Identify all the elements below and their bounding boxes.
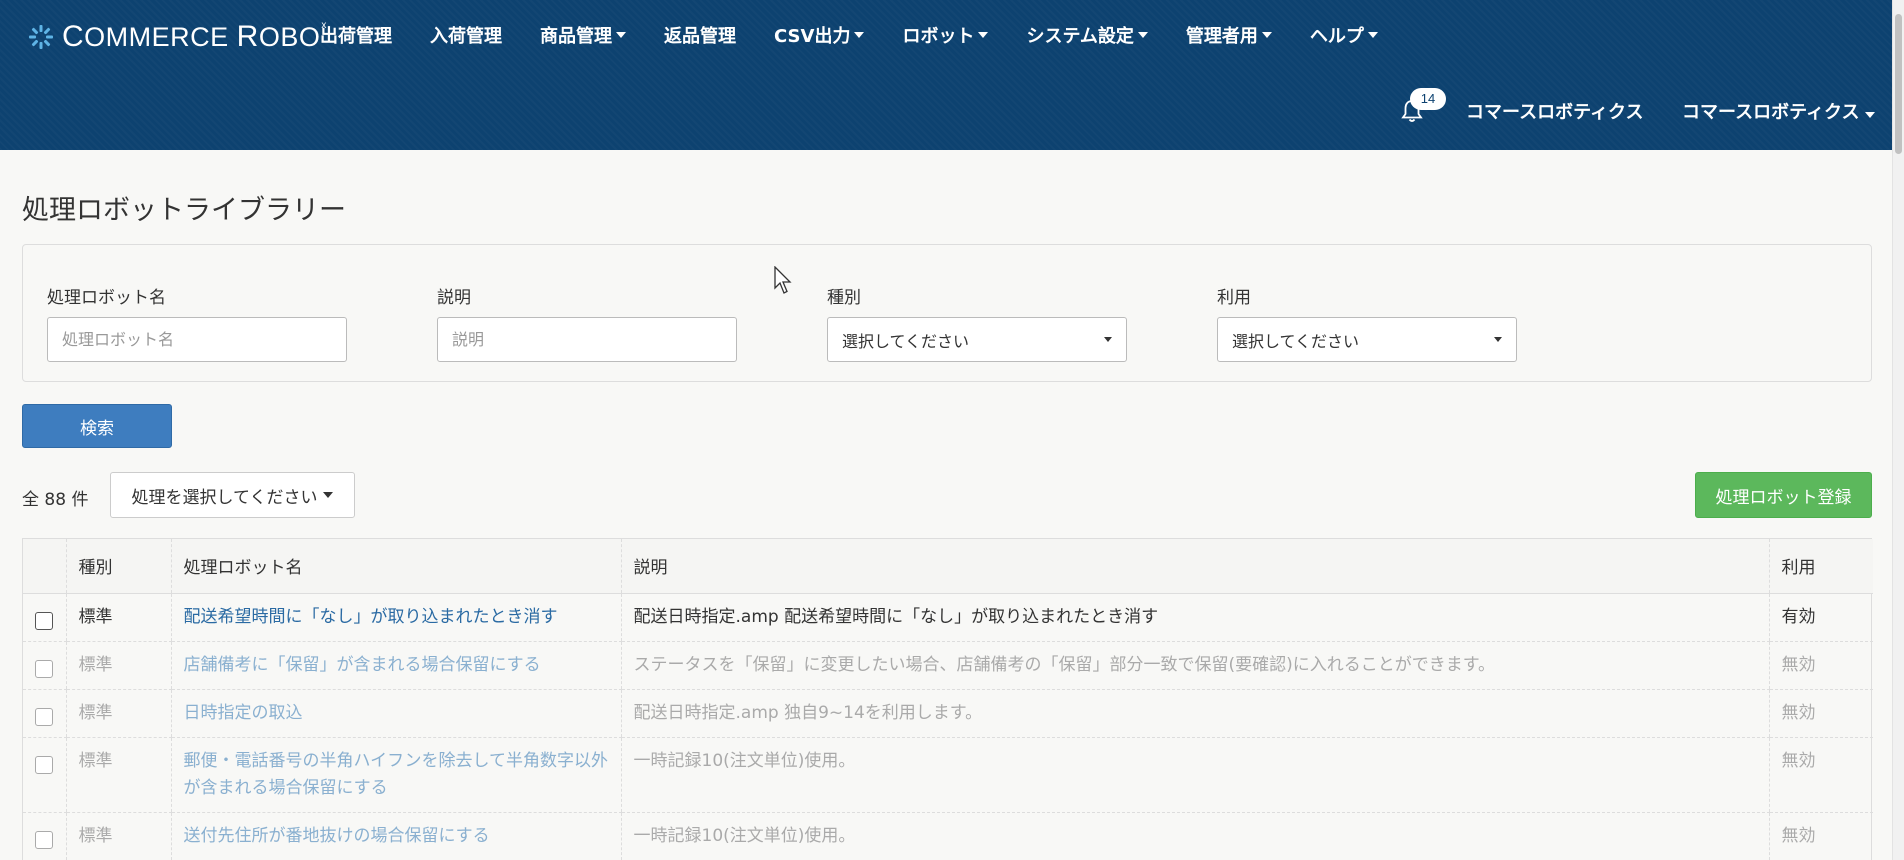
robot-name-input[interactable]	[47, 317, 347, 362]
scrollbar-thumb[interactable]	[1895, 14, 1902, 154]
nav-csv-export[interactable]: CSV出力	[774, 22, 865, 48]
robot-name-field: 処理ロボット名	[47, 283, 347, 362]
description-cell: 一時記録10(注文単位)使用。	[620, 737, 1769, 813]
robot-name-link[interactable]: 配送希望時間に「なし」が取り込まれたとき消す	[184, 607, 558, 627]
robot-name-link[interactable]: 送付先住所が番地抜けの場合保留にする	[184, 826, 490, 846]
caret-down-icon	[854, 32, 865, 38]
logo-text: COMMERCE ROBOx	[62, 20, 327, 53]
table-row: 標準 配送希望時間に「なし」が取り込まれたとき消す 配送日時指定.amp 配送希…	[23, 593, 1873, 642]
mouse-pointer-icon	[774, 266, 792, 294]
type-label: 種別	[827, 288, 861, 308]
logo[interactable]: COMMERCE ROBOx	[28, 20, 327, 54]
name-cell: 日時指定の取込	[170, 689, 621, 738]
description-cell: 配送日時指定.amp 独自9~14を利用します。	[620, 689, 1769, 738]
row-checkbox[interactable]	[35, 707, 53, 726]
nav-shipping[interactable]: 出荷管理	[320, 22, 392, 48]
bulk-action-select[interactable]: 処理を選択してください	[110, 472, 355, 518]
search-panel: 処理ロボット名 説明 種別 選択してください 利用 選択してください	[22, 244, 1872, 382]
type-cell: 標準	[65, 812, 171, 860]
name-cell: 郵便・電話番号の半角ハイフンを除去して半角数字以外が含まれる場合保留にする	[170, 737, 621, 813]
user-menu[interactable]: コマースロボティクス	[1682, 98, 1876, 124]
result-count: 全 88 件	[22, 490, 89, 510]
caret-down-icon	[1494, 337, 1502, 342]
caret-down-icon	[1261, 32, 1272, 38]
header-description[interactable]: 説明	[620, 539, 1769, 594]
description-cell: 配送日時指定.amp 配送希望時間に「なし」が取り込まれたとき消す	[620, 593, 1769, 642]
description-field: 説明	[437, 283, 737, 362]
nav-help[interactable]: ヘルプ	[1310, 22, 1378, 48]
name-cell: 送付先住所が番地抜けの場合保留にする	[170, 812, 621, 860]
description-cell: 一時記録10(注文単位)使用。	[620, 812, 1769, 860]
name-cell: 店舗備考に「保留」が含まれる場合保留にする	[170, 641, 621, 690]
row-checkbox-cell	[23, 689, 66, 738]
header-use[interactable]: 利用	[1768, 539, 1873, 594]
row-checkbox-cell	[23, 641, 66, 690]
robot-table: 種別 処理ロボット名 説明 利用 標準 配送希望時間に「なし」が取り込まれたとき…	[22, 538, 1873, 860]
use-select[interactable]: 選択してください	[1217, 317, 1517, 362]
robot-name-link[interactable]: 店舗備考に「保留」が含まれる場合保留にする	[184, 655, 541, 675]
robot-name-label: 処理ロボット名	[47, 288, 166, 308]
caret-down-icon	[1865, 112, 1876, 118]
logo-mark-icon	[29, 25, 53, 49]
table-row: 標準 日時指定の取込 配送日時指定.amp 独自9~14を利用します。 無効	[23, 689, 1873, 738]
company-link[interactable]: コマースロボティクス	[1466, 98, 1643, 124]
row-checkbox[interactable]	[35, 830, 53, 849]
type-cell: 標準	[65, 593, 171, 642]
row-checkbox-cell	[23, 593, 66, 642]
use-cell: 無効	[1768, 689, 1873, 738]
row-checkbox[interactable]	[35, 611, 53, 630]
description-cell: ステータスを「保留」に変更したい場合、店舗備考の「保留」部分一致で保留(要確認)…	[620, 641, 1769, 690]
use-cell: 有効	[1768, 593, 1873, 642]
row-checkbox-cell	[23, 737, 66, 813]
use-field: 利用 選択してください	[1217, 283, 1517, 362]
table-row: 標準 郵便・電話番号の半角ハイフンを除去して半角数字以外が含まれる場合保留にする…	[23, 737, 1873, 813]
caret-down-icon	[323, 492, 334, 498]
row-checkbox[interactable]	[35, 755, 53, 774]
table-header-row: 種別 処理ロボット名 説明 利用	[23, 539, 1873, 594]
caret-down-icon	[616, 32, 626, 38]
robot-name-link[interactable]: 日時指定の取込	[184, 703, 303, 723]
caret-down-icon	[1104, 337, 1112, 342]
description-label: 説明	[437, 288, 471, 308]
type-field: 種別 選択してください	[827, 283, 1127, 362]
search-button[interactable]: 検索	[22, 404, 172, 448]
main-nav: 出荷管理 入荷管理 商品管理 返品管理 CSV出力 ロボット システム設定 管理…	[320, 22, 1416, 48]
nav-system-settings[interactable]: システム設定	[1026, 22, 1148, 48]
caret-down-icon	[1137, 32, 1148, 38]
row-checkbox[interactable]	[35, 659, 53, 678]
nav-receiving[interactable]: 入荷管理	[430, 22, 502, 48]
table-row: 標準 店舗備考に「保留」が含まれる場合保留にする ステータスを「保留」に変更した…	[23, 641, 1873, 690]
robot-name-link[interactable]: 郵便・電話番号の半角ハイフンを除去して半角数字以外が含まれる場合保留にする	[184, 751, 609, 798]
name-cell: 配送希望時間に「なし」が取り込まれたとき消す	[170, 593, 621, 642]
caret-down-icon	[978, 32, 989, 38]
nav-products[interactable]: 商品管理	[540, 22, 626, 48]
top-header: COMMERCE ROBOx 出荷管理 入荷管理 商品管理 返品管理 CSV出力…	[0, 0, 1904, 150]
header-name[interactable]: 処理ロボット名	[170, 539, 621, 594]
type-cell: 標準	[65, 641, 171, 690]
header-checkbox-cell	[23, 539, 66, 594]
vertical-scrollbar[interactable]	[1892, 0, 1904, 860]
nav-admin[interactable]: 管理者用	[1186, 22, 1272, 48]
caret-down-icon	[1367, 32, 1378, 38]
use-cell: 無効	[1768, 812, 1873, 860]
nav-returns[interactable]: 返品管理	[664, 22, 736, 48]
description-input[interactable]	[437, 317, 737, 362]
use-cell: 無効	[1768, 737, 1873, 813]
table-row: 標準 送付先住所が番地抜けの場合保留にする 一時記録10(注文単位)使用。 無効	[23, 812, 1873, 860]
type-cell: 標準	[65, 689, 171, 738]
nav-robot[interactable]: ロボット	[902, 22, 989, 48]
type-select[interactable]: 選択してください	[827, 317, 1127, 362]
register-robot-button[interactable]: 処理ロボット登録	[1695, 472, 1872, 518]
use-cell: 無効	[1768, 641, 1873, 690]
use-label: 利用	[1217, 288, 1251, 308]
type-cell: 標準	[65, 737, 171, 813]
notification-badge[interactable]: 14	[1410, 88, 1446, 110]
header-type[interactable]: 種別	[65, 539, 171, 594]
page-title: 処理ロボットライブラリー	[22, 195, 346, 226]
row-checkbox-cell	[23, 812, 66, 860]
